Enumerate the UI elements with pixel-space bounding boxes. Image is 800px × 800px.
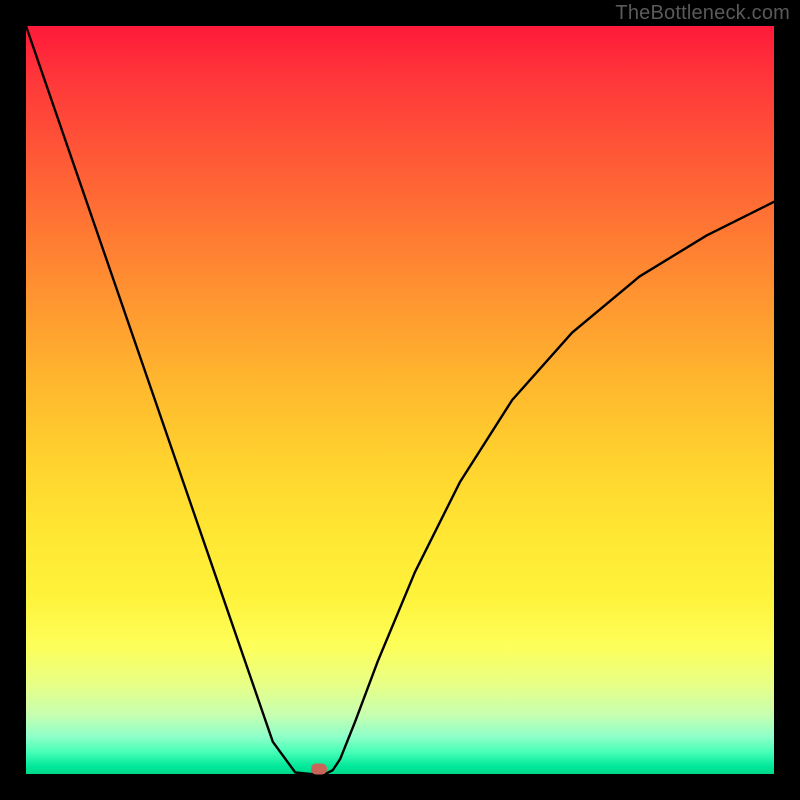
watermark-text: TheBottleneck.com [615, 2, 790, 25]
curve-line [26, 26, 774, 774]
chart-plot-area [26, 26, 774, 774]
minimum-marker [311, 763, 327, 774]
